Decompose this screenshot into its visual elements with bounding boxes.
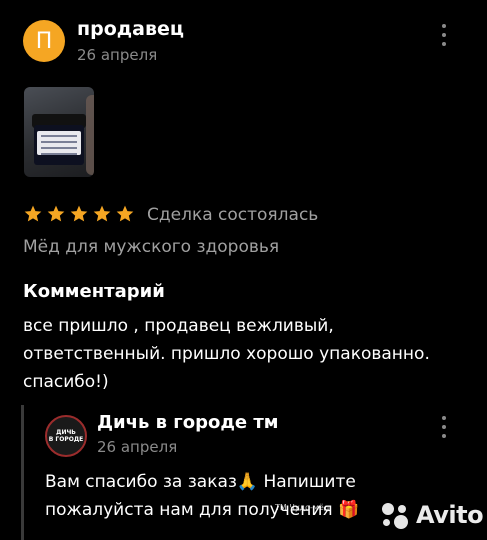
shop-avatar[interactable]: ДИЧЬ В ГОРОДЕ — [45, 415, 87, 457]
rating-stars — [23, 204, 135, 224]
deal-status: Сделка состоялась — [147, 205, 319, 225]
star-icon — [70, 205, 88, 222]
star-icon — [116, 205, 134, 222]
reply-more-icon[interactable] — [437, 416, 451, 438]
reply-date: 26 апреля — [97, 438, 178, 456]
review-author[interactable]: продавец — [77, 18, 184, 40]
watermark-small-text: ТМ Чудо-мёд — [275, 503, 330, 512]
reply-thread-line — [21, 405, 24, 540]
avito-logo-icon — [382, 501, 410, 529]
review-date: 26 апреля — [77, 46, 158, 64]
avatar-letter: П — [35, 28, 53, 54]
review-photo[interactable] — [24, 87, 94, 177]
star-icon — [47, 205, 65, 222]
comment-heading: Комментарий — [23, 281, 165, 302]
review-more-icon[interactable] — [437, 24, 451, 46]
reply-author[interactable]: Дичь в городе тм — [97, 412, 279, 433]
star-icon — [93, 205, 111, 222]
product-name[interactable]: Мёд для мужского здоровья — [23, 237, 279, 257]
avito-wordmark: Avito — [416, 501, 484, 529]
reply-text: Вам спасибо за заказ🙏 Напишите пожалуйст… — [45, 472, 360, 520]
star-icon — [24, 205, 42, 222]
comment-text: все пришло , продавец вежливый, ответств… — [23, 316, 430, 392]
avito-watermark: Avito — [382, 500, 484, 530]
seller-avatar[interactable]: П — [23, 20, 65, 62]
shop-avatar-text-2: В ГОРОДЕ — [48, 436, 84, 443]
shop-avatar-text-1: ДИЧЬ — [56, 429, 76, 436]
